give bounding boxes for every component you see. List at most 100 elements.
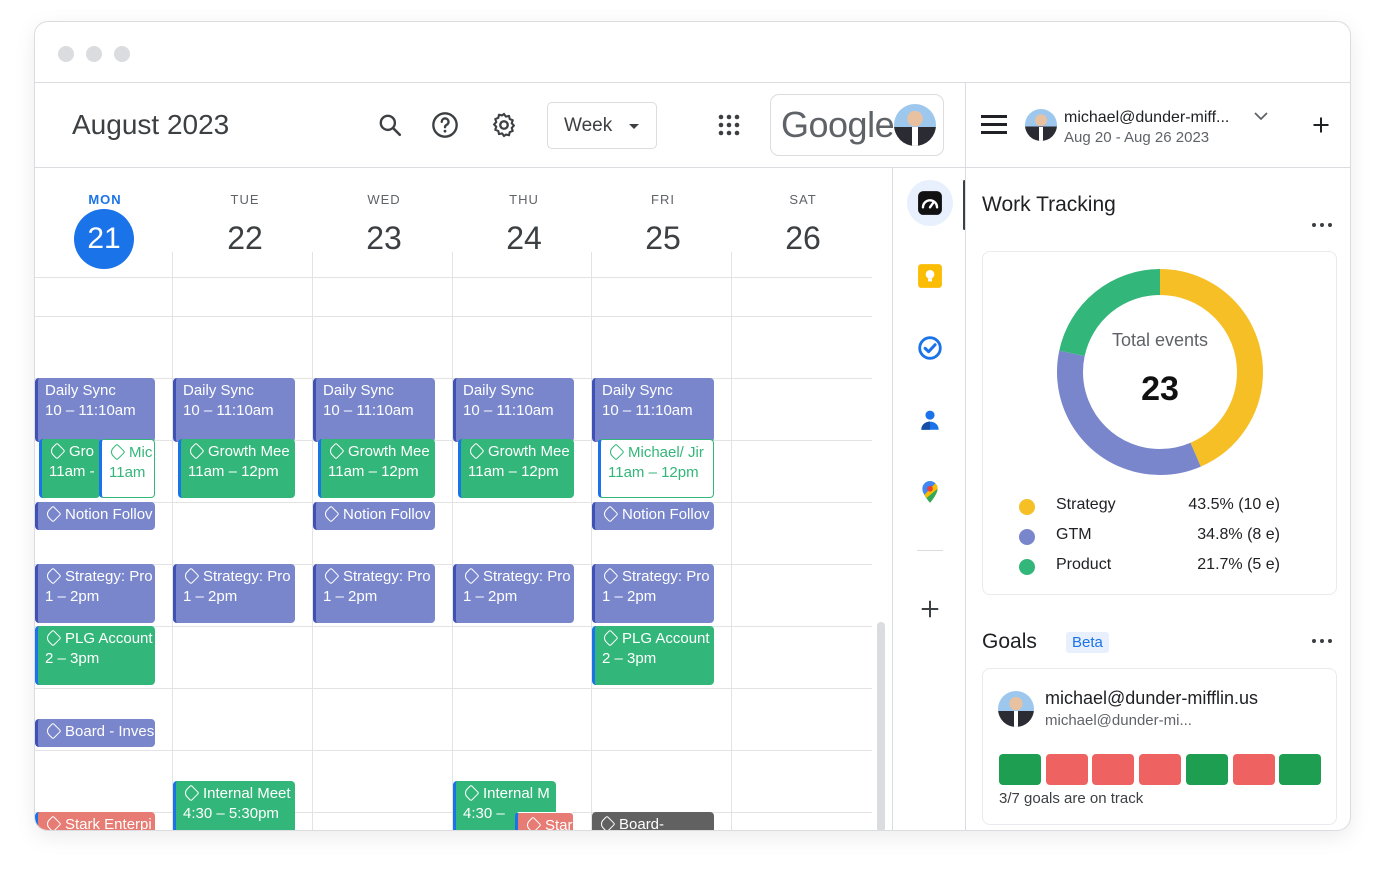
event-title: Notion Follov xyxy=(65,506,153,523)
add-addon-icon[interactable] xyxy=(907,586,953,632)
goal-status-red[interactable] xyxy=(1232,754,1275,785)
goal-status-red[interactable] xyxy=(1092,754,1135,785)
legend-label: Product xyxy=(1056,556,1112,573)
more-options-icon[interactable] xyxy=(1312,639,1332,645)
contacts-icon[interactable] xyxy=(907,397,953,443)
event-michael[interactable]: Michael/ Jir 11am – 12pm xyxy=(598,439,714,498)
week-calendar: MON 21 TUE 22 WED 23 THU 24 FRI 25 SAT 2… xyxy=(35,168,892,831)
event-title: Growth Mee xyxy=(488,443,570,460)
event-growth[interactable]: Growth Mee 11am – 12pm xyxy=(318,439,435,498)
calendar-scrollbar[interactable] xyxy=(877,622,885,830)
window-close-dot[interactable] xyxy=(58,46,74,62)
search-icon[interactable] xyxy=(375,110,405,140)
event-daily-sync[interactable]: Daily Sync 10 – 11:10am xyxy=(453,378,574,442)
goal-status-green[interactable] xyxy=(999,754,1041,785)
event-title: Strategy: Pro xyxy=(622,568,710,585)
event-board[interactable]: Board- xyxy=(592,812,714,831)
avatar xyxy=(894,104,936,146)
gear-icon[interactable] xyxy=(489,110,519,140)
apps-grid-icon[interactable] xyxy=(714,110,744,140)
event-title: Gro xyxy=(69,443,95,460)
day-header-sat[interactable]: SAT 26 xyxy=(733,168,873,277)
event-title: PLG Account xyxy=(622,630,710,647)
goal-status-green[interactable] xyxy=(1279,754,1322,785)
event-growth[interactable]: Gro 11am - xyxy=(39,439,100,498)
event-michael[interactable]: Mic 11am xyxy=(99,439,155,498)
legend-label: GTM xyxy=(1056,526,1092,543)
event-strategy[interactable]: Strategy: Pro 1 – 2pm xyxy=(35,564,155,623)
goals-title: Goals xyxy=(982,630,1037,653)
event-time: 2 – 3pm xyxy=(45,650,100,667)
event-daily-sync[interactable]: Daily Sync 10 – 11:10am xyxy=(35,378,155,442)
account-email[interactable]: michael@dunder-miff... xyxy=(1064,109,1229,127)
event-plg-account[interactable]: PLG Account 2 – 3pm xyxy=(35,626,155,685)
view-select-button[interactable]: Week xyxy=(547,102,657,149)
help-icon[interactable] xyxy=(430,110,460,140)
event-title: Michael/ Jir xyxy=(628,444,704,461)
event-strategy[interactable]: Strategy: Pro 1 – 2pm xyxy=(313,564,435,623)
event-board-investor[interactable]: Board - Inves xyxy=(35,719,155,747)
event-stark-enterprise[interactable]: Star xyxy=(515,812,574,830)
keep-icon[interactable] xyxy=(907,253,953,299)
event-title: Board- xyxy=(619,816,665,831)
event-strategy[interactable]: Strategy: Pro 1 – 2pm xyxy=(173,564,295,623)
day-header-tue[interactable]: TUE 22 xyxy=(175,168,315,277)
event-internal-meeting[interactable]: Internal Meet 4:30 – 5:30pm xyxy=(173,781,295,830)
event-notion[interactable]: Notion Follov xyxy=(592,502,714,530)
day-header-thu[interactable]: THU 24 xyxy=(454,168,594,277)
tag-icon xyxy=(322,505,340,523)
legend-label: Strategy xyxy=(1056,496,1116,513)
event-growth[interactable]: Growth Mee 11am – 12pm xyxy=(178,439,295,498)
donut-center-label: Total events xyxy=(1111,330,1209,350)
google-account-button[interactable]: Google xyxy=(770,94,944,156)
maps-icon[interactable] xyxy=(907,469,953,515)
window-maximize-dot[interactable] xyxy=(114,46,130,62)
event-title: PLG Account xyxy=(65,630,153,647)
event-notion[interactable]: Notion Follov xyxy=(35,502,155,530)
event-time: 11am – 12pm xyxy=(188,463,279,480)
event-title: Growth Mee xyxy=(208,443,290,460)
event-title: Daily Sync xyxy=(183,382,254,399)
tag-icon xyxy=(601,629,619,647)
work-tracking-addon-icon[interactable] xyxy=(907,180,953,226)
event-title: Growth Mee xyxy=(348,443,430,460)
chevron-down-icon[interactable] xyxy=(1253,109,1269,127)
event-daily-sync[interactable]: Daily Sync 10 – 11:10am xyxy=(592,378,714,442)
event-strategy[interactable]: Strategy: Pro 1 – 2pm xyxy=(592,564,714,623)
tasks-icon[interactable] xyxy=(907,325,953,371)
goal-status-red[interactable] xyxy=(1139,754,1182,785)
event-growth[interactable]: Growth Mee 11am – 12pm xyxy=(458,439,574,498)
day-number: 25 xyxy=(645,220,681,256)
hamburger-menu-icon[interactable] xyxy=(981,115,1007,135)
work-tracking-panel: michael@dunder-miff... Aug 20 - Aug 26 2… xyxy=(965,83,1350,830)
window-minimize-dot[interactable] xyxy=(86,46,102,62)
event-strategy[interactable]: Strategy: Pro 1 – 2pm xyxy=(453,564,574,623)
tag-icon xyxy=(322,567,340,585)
day-header-fri[interactable]: FRI 25 xyxy=(593,168,733,277)
legend-value: 21.7% (5 e) xyxy=(1197,556,1280,573)
event-stark-enterprise[interactable]: Stark Enterpi xyxy=(35,812,155,830)
goals-card[interactable]: michael@dunder-mifflin.us michael@dunder… xyxy=(982,668,1337,825)
event-plg-account[interactable]: PLG Account 2 – 3pm xyxy=(592,626,714,685)
tag-icon xyxy=(182,567,200,585)
goals-section: Goals Beta xyxy=(982,630,1109,654)
google-logo: Google xyxy=(781,104,895,145)
day-header-mon[interactable]: MON 21 xyxy=(35,168,175,277)
grid-hour-line xyxy=(35,502,872,503)
day-name: THU xyxy=(509,192,539,207)
addon-rail xyxy=(892,168,966,830)
event-time: 1 – 2pm xyxy=(323,588,378,605)
more-options-icon[interactable] xyxy=(1312,223,1332,229)
goal-status-green[interactable] xyxy=(1185,754,1228,785)
event-daily-sync[interactable]: Daily Sync 10 – 11:10am xyxy=(313,378,435,442)
goal-email: michael@dunder-mifflin.us xyxy=(1045,688,1259,708)
event-daily-sync[interactable]: Daily Sync 10 – 11:10am xyxy=(173,378,295,442)
tag-icon xyxy=(327,442,345,460)
event-time: 1 – 2pm xyxy=(463,588,518,605)
event-title: Board - Inves xyxy=(65,723,155,740)
add-icon[interactable] xyxy=(1311,115,1331,140)
event-notion[interactable]: Notion Follov xyxy=(313,502,435,530)
goal-status-red[interactable] xyxy=(1045,754,1088,785)
day-header-wed[interactable]: WED 23 xyxy=(314,168,454,277)
day-number: 26 xyxy=(785,220,821,256)
